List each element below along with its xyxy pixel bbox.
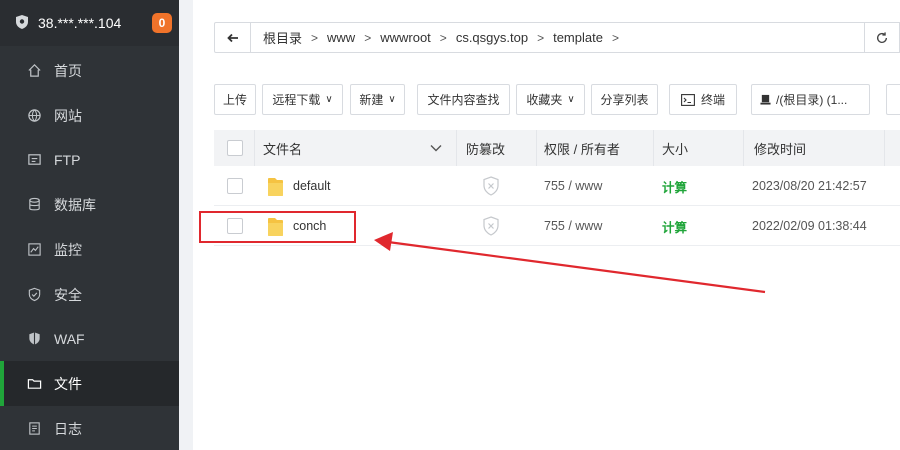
sidebar-item-security[interactable]: 安全 bbox=[0, 272, 179, 317]
folder-icon bbox=[26, 376, 42, 392]
database-icon bbox=[26, 197, 42, 213]
breadcrumb-item[interactable]: 根目录 bbox=[257, 28, 308, 47]
size-calc-link[interactable]: 计算 bbox=[662, 166, 687, 206]
sidebar-item-logs[interactable]: 日志 bbox=[0, 406, 179, 450]
permission-cell[interactable]: 755 / www bbox=[544, 206, 602, 246]
column-permission[interactable]: 权限 / 所有者 bbox=[544, 130, 620, 166]
column-mtime[interactable]: 修改时间 bbox=[754, 130, 806, 166]
annotation-highlight-box bbox=[199, 211, 356, 243]
file-name[interactable]: default bbox=[293, 179, 331, 193]
sidebar: 38.***.***.104 0 首页 网站 FTP 数据库 监控 安全 WAF… bbox=[0, 0, 179, 450]
size-calc-link[interactable]: 计算 bbox=[662, 206, 687, 246]
sidebar-item-monitor[interactable]: 监控 bbox=[0, 227, 179, 272]
terminal-button[interactable]: 终端 bbox=[669, 84, 737, 115]
back-button[interactable] bbox=[215, 23, 251, 52]
breadcrumb-item[interactable]: wwwroot bbox=[374, 30, 437, 45]
sidebar-item-label: 安全 bbox=[54, 286, 82, 303]
breadcrumb-item[interactable]: cs.qsgys.top bbox=[450, 30, 534, 45]
monitor-icon bbox=[26, 242, 42, 258]
refresh-button[interactable] bbox=[864, 22, 900, 53]
tamper-shield-icon[interactable] bbox=[482, 206, 500, 246]
disk-button[interactable]: /(根目录) (1... bbox=[751, 84, 870, 115]
table-row[interactable]: default 755 / www 计算 2023/08/20 21:42:57 bbox=[214, 166, 900, 206]
disk-icon bbox=[760, 94, 771, 105]
upload-label: 上传 bbox=[223, 93, 248, 107]
column-divider bbox=[536, 130, 537, 166]
path-bar[interactable]: 根目录 > www > wwwroot > cs.qsgys.top > templat… bbox=[214, 22, 866, 53]
column-divider bbox=[884, 130, 885, 166]
chevron-down-icon: ∨ bbox=[567, 94, 575, 105]
column-divider bbox=[456, 130, 457, 166]
tamper-shield-icon[interactable] bbox=[482, 166, 500, 206]
remote-download-label: 远程下载 bbox=[272, 93, 321, 107]
chevron-right-icon: > bbox=[439, 30, 447, 45]
ftp-icon bbox=[26, 152, 42, 168]
home-icon bbox=[26, 63, 42, 79]
upload-button[interactable]: 上传 bbox=[214, 84, 256, 115]
column-divider bbox=[743, 130, 744, 166]
server-ip: 38.***.***.104 bbox=[38, 15, 122, 31]
share-list-button[interactable]: 分享列表 bbox=[591, 84, 658, 115]
chevron-right-icon: > bbox=[364, 30, 372, 45]
waf-shield-icon bbox=[26, 331, 42, 347]
sort-chevron-down-icon[interactable] bbox=[430, 130, 442, 166]
sidebar-item-waf[interactable]: WAF bbox=[0, 316, 179, 361]
column-name[interactable]: 文件名 bbox=[263, 130, 302, 166]
arrow-left-icon bbox=[226, 33, 238, 42]
sidebar-item-label: 数据库 bbox=[54, 196, 96, 213]
sidebar-item-ftp[interactable]: FTP bbox=[0, 137, 179, 182]
chevron-right-icon: > bbox=[311, 30, 319, 45]
sidebar-item-label: 首页 bbox=[54, 62, 82, 79]
terminal-label: 终端 bbox=[700, 93, 725, 107]
notification-badge[interactable]: 0 bbox=[152, 13, 172, 33]
refresh-icon bbox=[876, 31, 888, 43]
column-divider bbox=[254, 130, 255, 166]
sidebar-item-label: FTP bbox=[54, 151, 81, 168]
breadcrumb: 根目录 > www > wwwroot > cs.qsgys.top > templat… bbox=[257, 28, 622, 47]
breadcrumb-item[interactable]: template bbox=[547, 30, 609, 45]
content-search-label: 文件内容查找 bbox=[427, 93, 500, 107]
sidebar-item-label: 网站 bbox=[54, 107, 82, 124]
chevron-right-icon: > bbox=[611, 30, 619, 45]
more-button[interactable] bbox=[886, 84, 900, 115]
shield-icon bbox=[26, 287, 42, 303]
sidebar-item-home[interactable]: 首页 bbox=[0, 48, 179, 93]
new-button[interactable]: 新建 ∨ bbox=[350, 84, 405, 115]
globe-icon bbox=[26, 108, 42, 124]
mtime-cell: 2022/02/09 01:38:44 bbox=[752, 219, 867, 233]
terminal-icon bbox=[681, 93, 695, 106]
column-size[interactable]: 大小 bbox=[662, 130, 688, 166]
sidebar-item-files[interactable]: 文件 bbox=[0, 361, 179, 406]
server-shield-icon bbox=[14, 14, 30, 33]
table-header: 文件名 防篡改 权限 / 所有者 大小 修改时间 bbox=[214, 130, 900, 166]
remote-download-button[interactable]: 远程下载 ∨ bbox=[262, 84, 343, 115]
sidebar-item-sites[interactable]: 网站 bbox=[0, 93, 179, 138]
sidebar-item-database[interactable]: 数据库 bbox=[0, 182, 179, 227]
new-label: 新建 bbox=[359, 93, 384, 107]
log-icon bbox=[26, 421, 42, 437]
favorites-label: 收藏夹 bbox=[526, 93, 563, 107]
mtime-cell: 2023/08/20 21:42:57 bbox=[752, 179, 867, 193]
share-list-label: 分享列表 bbox=[600, 93, 649, 107]
row-select-cell bbox=[227, 166, 243, 206]
row-checkbox[interactable] bbox=[227, 178, 243, 194]
disk-label: /(根目录) (1... bbox=[776, 93, 848, 107]
chevron-down-icon: ∨ bbox=[325, 94, 333, 105]
chevron-down-icon: ∨ bbox=[388, 94, 396, 105]
sidebar-item-label: 日志 bbox=[54, 420, 82, 437]
column-tamper[interactable]: 防篡改 bbox=[466, 130, 505, 166]
file-name-cell[interactable]: default bbox=[267, 166, 331, 206]
breadcrumb-item[interactable]: www bbox=[321, 30, 361, 45]
select-all-checkbox[interactable] bbox=[227, 140, 243, 156]
chevron-right-icon: > bbox=[537, 30, 545, 45]
permission-cell[interactable]: 755 / www bbox=[544, 166, 602, 206]
sidebar-item-label: WAF bbox=[54, 330, 85, 347]
folder-icon bbox=[268, 178, 283, 196]
select-all-cell bbox=[227, 130, 243, 166]
content-search-button[interactable]: 文件内容查找 bbox=[417, 84, 510, 115]
sidebar-item-label: 文件 bbox=[54, 375, 82, 392]
sidebar-item-label: 监控 bbox=[54, 241, 82, 258]
column-divider bbox=[653, 130, 654, 166]
favorites-button[interactable]: 收藏夹 ∨ bbox=[516, 84, 585, 115]
